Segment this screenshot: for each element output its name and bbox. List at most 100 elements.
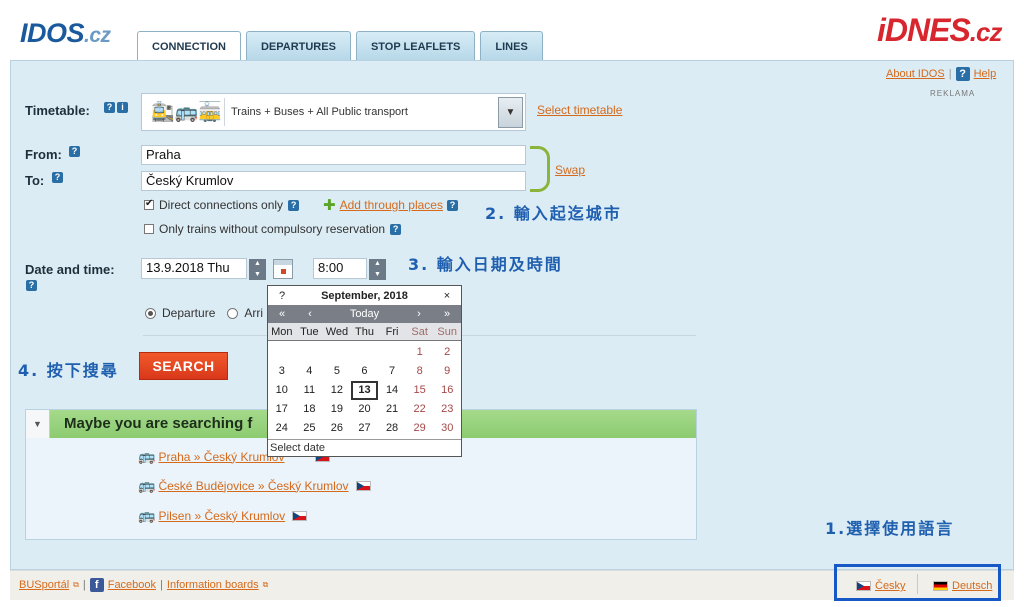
- direct-connections-checkbox[interactable]: [144, 198, 154, 210]
- tab-lines[interactable]: LINES: [480, 31, 543, 61]
- date-cell[interactable]: 6: [351, 362, 379, 381]
- date-cell[interactable]: 30: [433, 419, 461, 438]
- chevron-up-icon[interactable]: ▲: [254, 259, 261, 269]
- suggestions-title: Maybe you are searching f: [64, 415, 253, 432]
- information-boards-link[interactable]: Information boards: [167, 579, 259, 591]
- date-cell[interactable]: 2: [433, 343, 461, 362]
- help-link[interactable]: Help: [974, 68, 997, 80]
- trains-only-help-icon[interactable]: ?: [390, 223, 402, 235]
- plus-icon[interactable]: ✚: [323, 196, 336, 214]
- from-help-icon[interactable]: ?: [69, 146, 80, 157]
- add-through-help-icon[interactable]: ?: [446, 199, 458, 211]
- date-cell[interactable]: 17: [268, 400, 296, 419]
- chevron-down-icon[interactable]: ▼: [374, 270, 381, 280]
- date-cell[interactable]: 28: [378, 419, 406, 438]
- top-links-separator: |: [948, 68, 952, 80]
- next-year-button[interactable]: »: [433, 308, 461, 320]
- departure-radio[interactable]: [145, 307, 156, 319]
- date-cell[interactable]: 1: [406, 343, 434, 362]
- close-icon[interactable]: ×: [433, 290, 461, 302]
- date-cell[interactable]: 13: [350, 381, 379, 400]
- weekday-header: Wed: [325, 325, 349, 338]
- date-cell[interactable]: 21: [378, 400, 406, 419]
- date-time-help-icon[interactable]: ?: [26, 280, 37, 291]
- time-stepper[interactable]: ▲ ▼: [369, 259, 386, 280]
- date-stepper[interactable]: ▲ ▼: [249, 259, 266, 280]
- date-cell[interactable]: 4: [296, 362, 324, 381]
- date-cell[interactable]: 29: [406, 419, 434, 438]
- timetable-help-icon[interactable]: ?: [104, 102, 115, 113]
- from-input[interactable]: Praha: [141, 145, 526, 165]
- suggestion-link[interactable]: Praha » Český Krumlov: [158, 450, 284, 464]
- date-cell[interactable]: 5: [323, 362, 351, 381]
- date-cell[interactable]: 8: [406, 362, 434, 381]
- date-cell[interactable]: 11: [296, 381, 324, 400]
- date-cell[interactable]: 9: [433, 362, 461, 381]
- date-cell[interactable]: 18: [296, 400, 324, 419]
- date-cell[interactable]: 20: [351, 400, 379, 419]
- timetable-info-icon[interactable]: i: [117, 102, 128, 113]
- date-cell[interactable]: 3: [268, 362, 296, 381]
- facebook-icon[interactable]: f: [89, 578, 104, 592]
- about-idos-link[interactable]: About IDOS: [886, 68, 945, 80]
- prev-year-button[interactable]: «: [268, 308, 296, 320]
- chevron-up-icon[interactable]: ▲: [374, 259, 381, 269]
- to-help-icon[interactable]: ?: [52, 172, 63, 183]
- prev-month-button[interactable]: ‹: [296, 308, 324, 320]
- language-cesky: Česky: [856, 580, 906, 592]
- language-cesky-link[interactable]: Česky: [875, 580, 906, 592]
- idnes-logo-domain: .cz: [969, 17, 1003, 47]
- trains-only-checkbox[interactable]: [144, 224, 154, 234]
- timetable-dropdown-button[interactable]: ▼: [498, 97, 523, 128]
- date-cell[interactable]: 22: [406, 400, 434, 419]
- time-input[interactable]: 8:00: [313, 258, 367, 279]
- swap-arrow-icon[interactable]: [530, 146, 550, 192]
- date-cell[interactable]: 26: [323, 419, 351, 438]
- direct-connections-help-icon[interactable]: ?: [288, 199, 300, 211]
- to-input[interactable]: Český Krumlov: [141, 171, 526, 191]
- today-button[interactable]: Today: [324, 308, 405, 320]
- chevron-down-icon[interactable]: ▼: [254, 270, 261, 280]
- weekday-header: Sun: [437, 325, 457, 338]
- search-button[interactable]: SEARCH: [139, 352, 228, 380]
- date-cell[interactable]: 25: [296, 419, 324, 438]
- list-item: 🚌 Pilsen » Český Krumlov: [138, 507, 308, 524]
- tab-stop-leaflets[interactable]: STOP LEAFLETS: [355, 31, 476, 61]
- select-timetable-link[interactable]: Select timetable: [537, 103, 622, 117]
- date-cell[interactable]: 27: [351, 419, 379, 438]
- suggestions-toggle[interactable]: ▼: [26, 410, 50, 438]
- language-deutsch-link[interactable]: Deutsch: [952, 580, 992, 592]
- date-cell[interactable]: 23: [433, 400, 461, 419]
- date-picker-help[interactable]: ?: [268, 290, 296, 302]
- date-cell[interactable]: 16: [433, 381, 461, 400]
- date-cell[interactable]: 12: [323, 381, 351, 400]
- suggestion-link[interactable]: Pilsen » Český Krumlov: [158, 509, 285, 523]
- from-label: From:: [25, 147, 62, 162]
- idnes-logo[interactable]: iDNES.cz: [877, 12, 1003, 49]
- date-cell[interactable]: 24: [268, 419, 296, 438]
- tab-connection[interactable]: CONNECTION: [137, 31, 241, 62]
- date-input[interactable]: 13.9.2018 Thu: [141, 258, 247, 279]
- date-cell[interactable]: 7: [378, 362, 406, 381]
- help-icon[interactable]: ?: [955, 67, 970, 81]
- date-cell[interactable]: 15: [406, 381, 434, 400]
- idos-logo[interactable]: IDOS.cz: [20, 18, 111, 49]
- annotation-step-3: 3. 輸入日期及時間: [408, 255, 563, 274]
- date-cell[interactable]: 14: [378, 381, 406, 400]
- date-cell[interactable]: 19: [323, 400, 351, 419]
- date-cell[interactable]: 10: [268, 381, 296, 400]
- czech-flag-icon: [355, 480, 371, 491]
- swap-link[interactable]: Swap: [555, 163, 585, 177]
- next-month-button[interactable]: ›: [405, 308, 433, 320]
- add-through-places-link[interactable]: Add through places: [340, 198, 443, 212]
- facebook-link[interactable]: Facebook: [108, 579, 156, 591]
- arrival-radio[interactable]: [227, 307, 239, 319]
- tab-departures[interactable]: DEPARTURES: [245, 31, 351, 61]
- busportal-link[interactable]: BUSportál: [19, 579, 69, 591]
- date-picker-footer: Select date: [268, 439, 461, 456]
- suggestion-link[interactable]: České Budějovice » Český Krumlov: [158, 479, 348, 493]
- bus-icon: 🚌: [138, 477, 156, 493]
- date-time-label: Date and time:: [25, 262, 115, 277]
- calendar-icon[interactable]: [273, 259, 293, 279]
- main-tabs: CONNECTION DEPARTURES STOP LEAFLETS LINE…: [137, 31, 543, 62]
